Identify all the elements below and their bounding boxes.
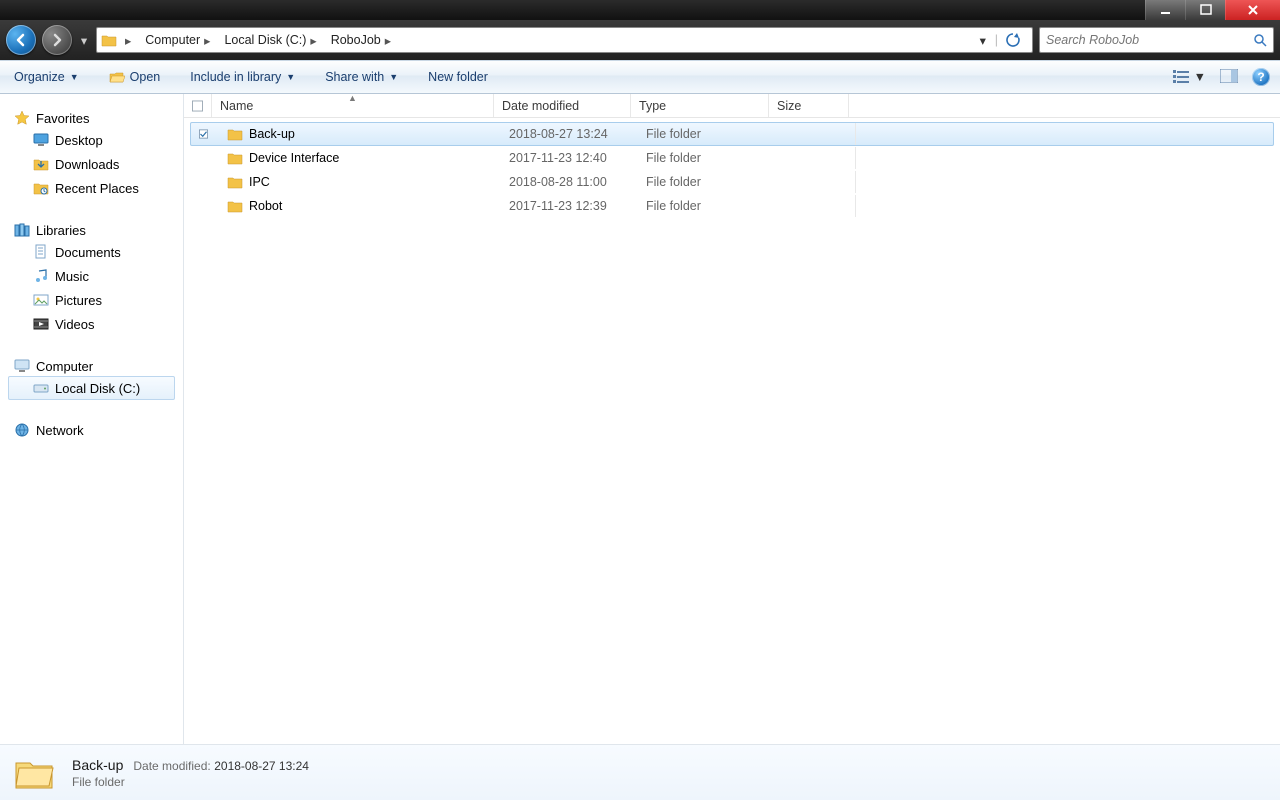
- command-bar: Organize▼ Open Include in library▼ Share…: [0, 60, 1280, 94]
- navigation-pane: Favorites Desktop Downloads Recent Place…: [0, 94, 184, 744]
- folder-icon: [227, 126, 243, 142]
- help-button[interactable]: ?: [1252, 68, 1270, 86]
- sort-ascending-icon: ▲: [348, 93, 357, 103]
- nav-pictures[interactable]: Pictures: [8, 288, 179, 312]
- search-input[interactable]: [1046, 33, 1253, 47]
- file-size: [776, 147, 856, 169]
- column-header-type[interactable]: Type: [631, 94, 769, 117]
- column-headers: ▲ Name Date modified Type Size: [184, 94, 1280, 118]
- file-list-pane: ▲ Name Date modified Type Size Back-up 20…: [184, 94, 1280, 744]
- details-date-value: 2018-08-27 13:24: [214, 759, 309, 773]
- window-close-button[interactable]: [1225, 0, 1280, 20]
- window-maximize-button[interactable]: [1185, 0, 1225, 20]
- nav-videos[interactable]: Videos: [8, 312, 179, 336]
- music-icon: [33, 268, 49, 284]
- new-folder-button[interactable]: New folder: [424, 61, 492, 93]
- file-rows: Back-up2018-08-27 13:24File folderDevice…: [184, 118, 1280, 222]
- desktop-icon: [33, 132, 49, 148]
- breadcrumb-item[interactable]: Local Disk (C:)▸: [218, 29, 322, 51]
- nav-recent-places[interactable]: Recent Places: [8, 176, 179, 200]
- file-type: File folder: [638, 195, 776, 217]
- checkbox-icon: [192, 100, 203, 112]
- computer-icon: [14, 358, 30, 374]
- column-header-size[interactable]: Size: [769, 94, 849, 117]
- details-type: File folder: [72, 775, 309, 789]
- nav-computer-header[interactable]: Computer: [8, 356, 179, 376]
- search-box[interactable]: [1039, 27, 1274, 53]
- nav-downloads[interactable]: Downloads: [8, 152, 179, 176]
- breadcrumb-item[interactable]: RoboJob▸: [325, 29, 397, 51]
- file-name: Device Interface: [249, 151, 339, 165]
- open-folder-icon: [109, 69, 125, 85]
- file-type: File folder: [638, 171, 776, 193]
- address-bar[interactable]: ▸ Computer▸ Local Disk (C:)▸ RoboJob▸ ▾ …: [96, 27, 1033, 53]
- breadcrumb-chevron[interactable]: ▸: [119, 29, 137, 51]
- recent-places-icon: [33, 180, 49, 196]
- details-pane: Back-up Date modified: 2018-08-27 13:24 …: [0, 744, 1280, 800]
- window-titlebar: [0, 0, 1280, 20]
- file-size: [776, 171, 856, 193]
- downloads-icon: [33, 156, 49, 172]
- view-icon: [1173, 70, 1191, 84]
- address-row: ▾ ▸ Computer▸ Local Disk (C:)▸ RoboJob▸ …: [0, 20, 1280, 60]
- pictures-icon: [33, 292, 49, 308]
- address-dropdown-icon[interactable]: ▾: [977, 33, 989, 48]
- file-type: File folder: [638, 123, 776, 145]
- search-icon: [1253, 33, 1267, 47]
- folder-icon: [12, 751, 56, 795]
- file-date: 2018-08-27 13:24: [501, 123, 638, 145]
- libraries-icon: [14, 222, 30, 238]
- folder-icon: [227, 150, 243, 166]
- file-name: IPC: [249, 175, 270, 189]
- column-header-date[interactable]: Date modified: [494, 94, 631, 117]
- videos-icon: [33, 316, 49, 332]
- details-date-label: Date modified:: [133, 759, 210, 773]
- nav-back-button[interactable]: [6, 25, 36, 55]
- view-options-button[interactable]: ▼: [1173, 70, 1206, 84]
- nav-history-dropdown[interactable]: ▾: [78, 27, 90, 53]
- nav-documents[interactable]: Documents: [8, 240, 179, 264]
- nav-forward-button[interactable]: [42, 25, 72, 55]
- column-header-name[interactable]: ▲ Name: [212, 94, 494, 117]
- drive-icon: [33, 380, 49, 396]
- nav-music[interactable]: Music: [8, 264, 179, 288]
- file-date: 2018-08-28 11:00: [501, 171, 638, 193]
- organize-menu[interactable]: Organize▼: [10, 61, 83, 93]
- folder-icon: [101, 32, 117, 48]
- file-row[interactable]: Robot 2017-11-23 12:39File folder: [190, 194, 1274, 218]
- folder-icon: [227, 174, 243, 190]
- file-date: 2017-11-23 12:40: [501, 147, 638, 169]
- nav-local-disk-c[interactable]: Local Disk (C:): [8, 376, 175, 400]
- nav-desktop[interactable]: Desktop: [8, 128, 179, 152]
- file-size: [776, 123, 856, 145]
- file-size: [776, 195, 856, 217]
- folder-icon: [227, 198, 243, 214]
- refresh-icon[interactable]: [1004, 31, 1022, 49]
- details-name: Back-up: [72, 757, 123, 773]
- file-row[interactable]: Back-up 2018-08-27 13:24File folder: [190, 122, 1274, 146]
- checkbox-icon[interactable]: [199, 128, 208, 140]
- file-type: File folder: [638, 147, 776, 169]
- preview-pane-button[interactable]: [1220, 69, 1238, 86]
- documents-icon: [33, 244, 49, 260]
- network-icon: [14, 422, 30, 438]
- preview-pane-icon: [1220, 69, 1238, 83]
- file-date: 2017-11-23 12:39: [501, 195, 638, 217]
- file-name: Back-up: [249, 127, 295, 141]
- include-in-library-menu[interactable]: Include in library▼: [186, 61, 299, 93]
- share-with-menu[interactable]: Share with▼: [321, 61, 402, 93]
- breadcrumb-item[interactable]: Computer▸: [139, 29, 216, 51]
- nav-libraries-header[interactable]: Libraries: [8, 220, 179, 240]
- column-header-checkbox[interactable]: [184, 94, 212, 117]
- open-button[interactable]: Open: [105, 61, 165, 93]
- nav-favorites-header[interactable]: Favorites: [8, 108, 179, 128]
- file-row[interactable]: Device Interface 2017-11-23 12:40File fol…: [190, 146, 1274, 170]
- nav-network-header[interactable]: Network: [8, 420, 179, 440]
- window-minimize-button[interactable]: [1145, 0, 1185, 20]
- file-name: Robot: [249, 199, 282, 213]
- file-row[interactable]: IPC 2018-08-28 11:00File folder: [190, 170, 1274, 194]
- star-icon: [14, 110, 30, 126]
